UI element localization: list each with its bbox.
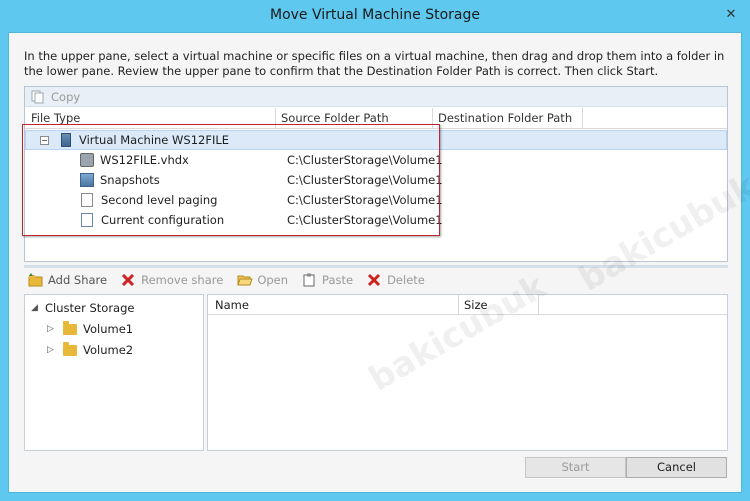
open-folder-icon [237,273,254,287]
virtual-disk-icon [80,153,94,167]
col-source-folder-path[interactable]: Source Folder Path [281,111,389,125]
add-share-label: Add Share [48,273,108,287]
upper-column-header: File Type Source Folder Path Destination… [25,108,727,129]
dialog-client: In the upper pane, select a virtual mach… [8,32,750,493]
col-size[interactable]: Size [464,298,488,312]
collapsed-triangle-icon[interactable]: ▷ [47,324,57,334]
tree-node-volume1[interactable]: ▷ Volume1 [47,320,134,336]
table-row[interactable]: Second level paging C:\ClusterStorage\Vo… [25,190,727,210]
snapshot-icon [80,173,94,187]
lower-toolbar: Add Share Remove share Open Paste Delete [24,269,728,291]
cancel-button[interactable]: Cancel [626,457,727,478]
col-name[interactable]: Name [215,298,249,312]
file-icon [81,193,93,207]
copy-label: Copy [51,89,81,104]
row-source: C:\ClusterStorage\Volume1 [287,193,443,207]
tree-node-cluster-storage[interactable]: ◢ Cluster Storage [31,301,134,315]
table-row[interactable]: Snapshots C:\ClusterStorage\Volume1 [25,170,727,190]
vm-icon [61,133,71,147]
instructions-text: In the upper pane, select a virtual mach… [24,49,725,78]
copy-icon [31,90,45,104]
add-share-button[interactable]: Add Share [28,273,107,287]
collapsed-triangle-icon[interactable]: ▷ [47,345,57,355]
row-name: Snapshots [100,173,160,187]
delete-button[interactable]: Delete [367,273,425,287]
red-x-icon [121,273,135,287]
paste-button[interactable]: Paste [302,273,353,287]
tree-label: Cluster Storage [45,301,135,315]
row-source: C:\ClusterStorage\Volume1 [287,153,443,167]
expanded-triangle-icon[interactable]: ◢ [31,303,41,313]
config-file-icon [81,213,93,227]
row-source: C:\ClusterStorage\Volume1 [287,173,443,187]
vm-label: Virtual Machine WS12FILE [79,133,230,147]
tree-label: Volume1 [83,322,134,336]
red-x-icon [367,273,381,287]
remove-share-label: Remove share [141,273,224,287]
row-name: Current configuration [101,213,225,227]
folder-icon [63,341,77,356]
collapse-icon[interactable]: − [40,135,49,145]
start-button[interactable]: Start [525,457,626,478]
title-bar: Move Virtual Machine Storage ✕ [0,0,750,32]
paste-icon [302,273,316,287]
window-title: Move Virtual Machine Storage [269,7,481,23]
open-label: Open [257,273,289,287]
storage-tree: ◢ Cluster Storage ▷ Volume1 ▷ Volume2 [24,294,204,451]
col-destination-folder-path[interactable]: Destination Folder Path [438,111,572,125]
remove-share-button[interactable]: Remove share [121,273,223,287]
delete-label: Delete [387,273,425,287]
col-file-type[interactable]: File Type [31,111,80,125]
row-source: C:\ClusterStorage\Volume1 [287,213,443,227]
upper-toolbar: Copy [25,87,727,107]
folder-icon [63,320,77,335]
close-icon[interactable]: ✕ [720,5,742,25]
paste-label: Paste [322,273,354,287]
folder-contents-list: Name Size [207,294,728,451]
table-row[interactable]: Current configuration C:\ClusterStorage\… [25,210,727,230]
copy-button[interactable]: Copy [31,90,80,104]
row-name: Second level paging [101,193,218,207]
row-name: WS12FILE.vhdx [100,153,189,167]
pane-splitter[interactable] [24,265,728,268]
table-row[interactable]: WS12FILE.vhdx C:\ClusterStorage\Volume1 [25,150,727,170]
list-column-header: Name Size [208,295,727,315]
vm-row[interactable]: − Virtual Machine WS12FILE [25,130,727,150]
tree-node-volume2[interactable]: ▷ Volume2 [47,341,134,357]
open-button[interactable]: Open [237,273,288,287]
upper-pane: Copy File Type Source Folder Path Destin… [24,86,728,262]
tree-label: Volume2 [83,343,134,357]
add-share-icon [28,273,43,287]
